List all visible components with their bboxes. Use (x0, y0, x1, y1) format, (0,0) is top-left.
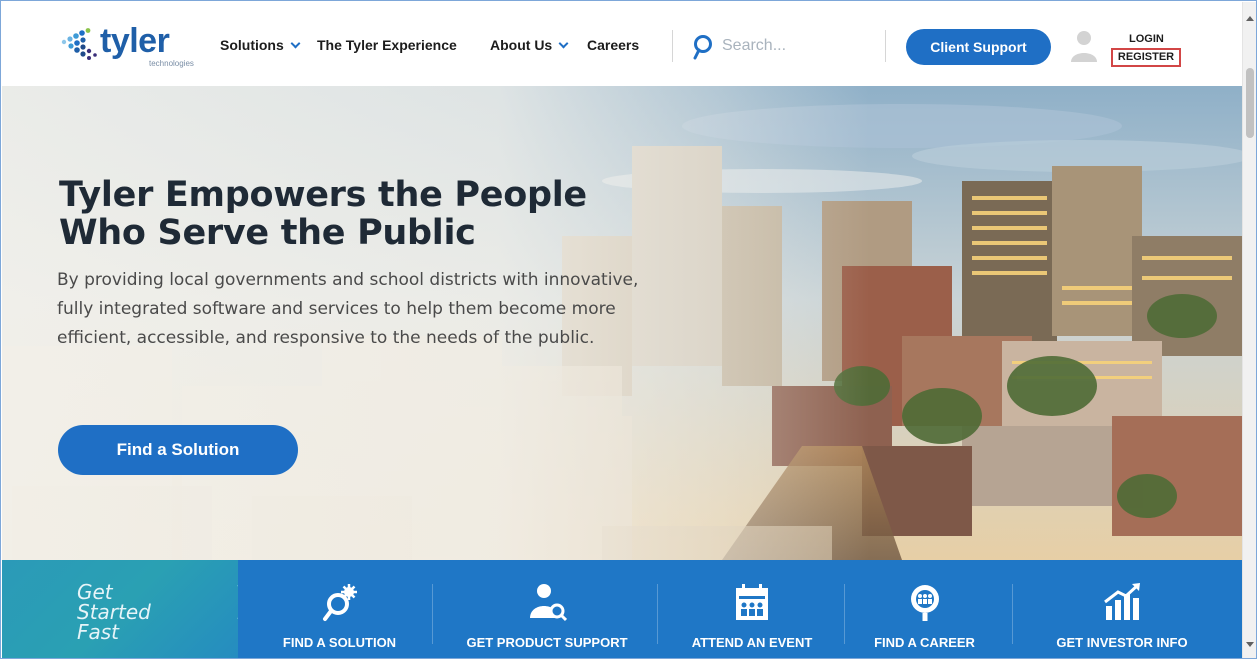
nav-about-us-label: About Us (490, 37, 553, 53)
brand-tagline: technologies (149, 59, 194, 68)
quick-link-attend-event[interactable]: ATTEND AN EVENT (662, 560, 842, 658)
nav-item-careers[interactable]: Careers (587, 37, 639, 53)
find-solution-button[interactable]: Find a Solution (58, 425, 298, 475)
quick-link-divider (1012, 584, 1013, 644)
hero-banner: Tyler Empowers the People Who Serve the … (2, 86, 1242, 560)
gear-search-icon (322, 584, 357, 621)
chevron-down-icon (290, 38, 301, 49)
get-started-line1: Get (77, 580, 113, 604)
scroll-up-arrow-icon[interactable] (1246, 16, 1254, 21)
get-started-line2: Started (77, 600, 151, 624)
hero-title-line2: Who Serve the Public (59, 213, 476, 253)
get-started-line3: Fast (77, 620, 120, 644)
quick-link-label: FIND A SOLUTION (282, 635, 397, 650)
hero-title-line1: Tyler Empowers the People (59, 175, 587, 215)
search-icon[interactable] (692, 34, 714, 60)
nav-solutions-label: Solutions (220, 37, 284, 53)
page-scrollbar[interactable] (1242, 2, 1256, 658)
growth-chart-icon (1104, 583, 1140, 620)
get-started-panel: Get Started Fast (2, 560, 238, 658)
quick-link-investor-info[interactable]: GET INVESTOR INFO (1022, 560, 1222, 658)
get-started-text: Get Started Fast (77, 582, 151, 642)
scrollbar-thumb[interactable] (1246, 68, 1254, 138)
register-link[interactable]: REGISTER (1111, 48, 1181, 67)
magnify-people-icon (910, 585, 939, 621)
quick-link-find-career[interactable]: FIND A CAREER (847, 560, 1002, 658)
client-support-button[interactable]: Client Support (906, 29, 1051, 65)
nav-item-about-us[interactable]: About Us (490, 37, 569, 53)
browser-frame: tyler technologies Solutions The Tyler E… (0, 0, 1257, 659)
quick-links-bar: Get Started Fast FIND A SOLUTION GET PRO… (2, 560, 1242, 658)
quick-link-product-support[interactable]: GET PRODUCT SUPPORT (442, 560, 652, 658)
quick-link-find-solution[interactable]: FIND A SOLUTION (247, 560, 432, 658)
brand-name: tyler (100, 22, 170, 60)
calendar-people-icon (736, 584, 768, 620)
support-person-icon (530, 584, 567, 622)
hero-title: Tyler Empowers the People Who Serve the … (59, 176, 679, 252)
search-divider (885, 30, 886, 62)
quick-link-label: GET INVESTOR INFO (1056, 635, 1188, 650)
chevron-down-icon (558, 38, 569, 49)
nav-tyler-experience-label: The Tyler Experience (317, 37, 457, 53)
quick-link-divider (432, 584, 433, 644)
quick-link-label: ATTEND AN EVENT (691, 635, 813, 650)
scroll-down-arrow-icon[interactable] (1246, 642, 1254, 647)
chevron-right-icon (221, 585, 238, 619)
nav-item-tyler-experience[interactable]: The Tyler Experience (317, 37, 457, 53)
nav-divider (672, 30, 673, 62)
search-input[interactable] (722, 32, 872, 60)
nav-careers-label: Careers (587, 37, 640, 53)
site-header: tyler technologies Solutions The Tyler E… (2, 2, 1242, 86)
nav-item-solutions[interactable]: Solutions (220, 37, 301, 53)
quick-link-divider (844, 584, 845, 644)
quick-link-divider (657, 584, 658, 644)
quick-link-label: FIND A CAREER (874, 635, 975, 650)
quick-link-label: GET PRODUCT SUPPORT (466, 635, 628, 650)
tyler-logo[interactable]: tyler technologies (60, 22, 194, 70)
user-avatar-icon[interactable] (1070, 29, 1098, 63)
hero-description: By providing local governments and schoo… (57, 270, 639, 348)
login-link[interactable]: LOGIN (1129, 33, 1164, 45)
tyler-dots-logo-icon (61, 28, 97, 60)
